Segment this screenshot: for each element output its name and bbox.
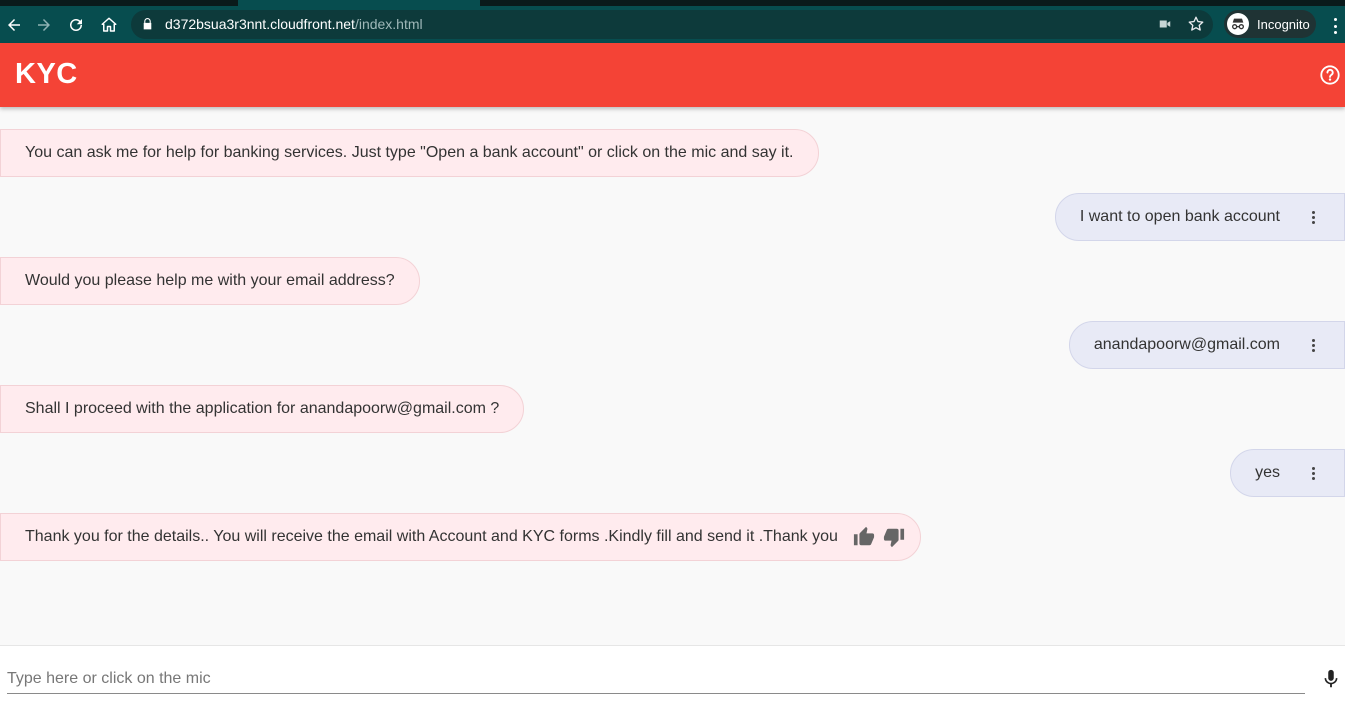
- message-options-button[interactable]: [1306, 335, 1320, 355]
- message-text: Shall I proceed with the application for…: [25, 400, 500, 417]
- arrow-right-icon: [38, 19, 50, 31]
- reload-icon: [70, 19, 82, 31]
- user-message: anandapoorw@gmail.com: [1068, 321, 1345, 369]
- thumb-down-button[interactable]: [882, 526, 906, 548]
- thumb-up-button[interactable]: [852, 526, 876, 548]
- user-message: I want to open bank account: [1054, 193, 1345, 241]
- browser-menu-button[interactable]: [1326, 16, 1344, 36]
- input-bar: [0, 645, 1345, 708]
- thumb-down-icon: [883, 528, 904, 548]
- incognito-profile-button[interactable]: Incognito: [1224, 10, 1316, 38]
- bot-message: Thank you for the details.. You will rec…: [0, 513, 921, 561]
- profile-label: Incognito: [1257, 16, 1310, 32]
- home-button[interactable]: [96, 12, 122, 38]
- camera-icon[interactable]: [1157, 17, 1173, 31]
- reload-button[interactable]: [63, 12, 89, 38]
- message-text: You can ask me for help for banking serv…: [25, 144, 794, 161]
- bookmark-star-icon[interactable]: [1187, 15, 1205, 33]
- message-text: Thank you for the details.. You will rec…: [25, 528, 838, 545]
- feedback-buttons: [852, 526, 906, 548]
- home-icon: [101, 17, 117, 32]
- user-message: yes: [1230, 449, 1345, 497]
- mic-icon[interactable]: [1320, 666, 1342, 692]
- arrow-left-icon: [8, 19, 20, 31]
- message-text: anandapoorw@gmail.com: [1093, 336, 1280, 353]
- message-options-button[interactable]: [1306, 463, 1320, 483]
- bot-message: Shall I proceed with the application for…: [0, 385, 525, 433]
- bot-message: You can ask me for help for banking serv…: [0, 129, 819, 177]
- help-icon[interactable]: [1319, 64, 1341, 86]
- message-text: I want to open bank account: [1079, 208, 1280, 225]
- url-path: /index.html: [354, 16, 423, 32]
- app-title: KYC: [15, 58, 78, 90]
- url-text: d372bsua3r3nnt.cloudfront.net/index.html: [165, 16, 423, 32]
- message-text: Would you please help me with your email…: [25, 272, 395, 289]
- browser-toolbar: d372bsua3r3nnt.cloudfront.net/index.html…: [0, 6, 1345, 43]
- back-button[interactable]: [1, 12, 27, 38]
- bot-message: Would you please help me with your email…: [0, 257, 420, 305]
- url-host: d372bsua3r3nnt.cloudfront.net: [165, 16, 355, 32]
- message-options-button[interactable]: [1306, 207, 1320, 227]
- chat-input[interactable]: [7, 664, 1305, 694]
- incognito-icon: [1227, 13, 1249, 35]
- message-text: yes: [1255, 464, 1280, 481]
- app-header: KYC: [0, 43, 1345, 107]
- lock-icon: [143, 18, 152, 30]
- address-bar[interactable]: d372bsua3r3nnt.cloudfront.net/index.html: [131, 10, 1213, 39]
- thumb-up-icon: [853, 526, 874, 546]
- forward-button[interactable]: [31, 12, 57, 38]
